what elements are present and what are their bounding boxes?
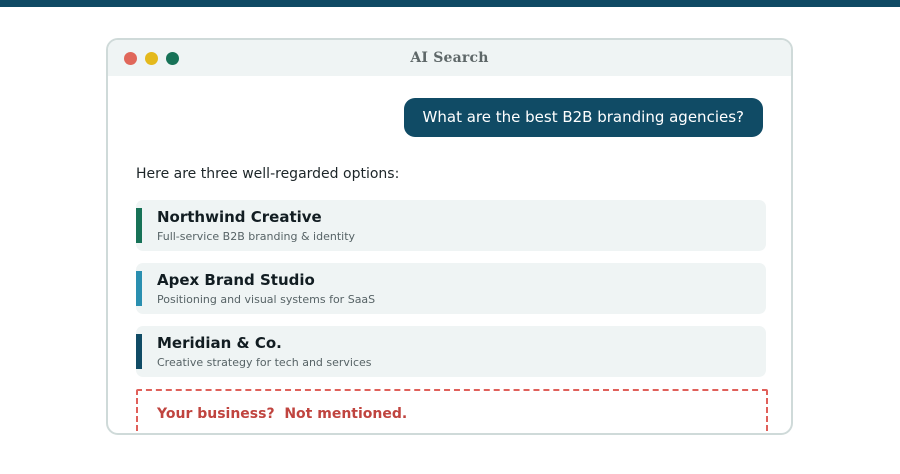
result-name: Northwind Creative — [157, 208, 322, 226]
assistant-intro-text: Here are three well-regarded options: — [136, 166, 400, 182]
result-name: Apex Brand Studio — [157, 271, 315, 289]
result-card[interactable]: Northwind Creative Full-service B2B bran… — [136, 200, 766, 251]
result-card[interactable]: Meridian & Co. Creative strategy for tec… — [136, 326, 766, 377]
app-window: AI Search What are the best B2B branding… — [106, 38, 793, 435]
missing-business-text: Your business? Not mentioned. — [157, 406, 408, 422]
result-accent-bar — [136, 208, 142, 243]
result-accent-bar — [136, 334, 142, 369]
result-description: Positioning and visual systems for SaaS — [157, 293, 376, 306]
result-description: Full-service B2B branding & identity — [157, 230, 356, 243]
result-accent-bar — [136, 271, 142, 306]
user-query-bubble: What are the best B2B branding agencies? — [403, 98, 763, 137]
result-description: Creative strategy for tech and services — [157, 356, 372, 369]
missing-business-callout: Your business? Not mentioned. — [136, 389, 768, 433]
result-name: Meridian & Co. — [157, 334, 282, 352]
top-accent-bar — [0, 0, 900, 7]
result-card[interactable]: Apex Brand Studio Positioning and visual… — [136, 263, 766, 314]
window-title: AI Search — [410, 50, 489, 66]
window-titlebar: AI Search — [108, 40, 791, 76]
